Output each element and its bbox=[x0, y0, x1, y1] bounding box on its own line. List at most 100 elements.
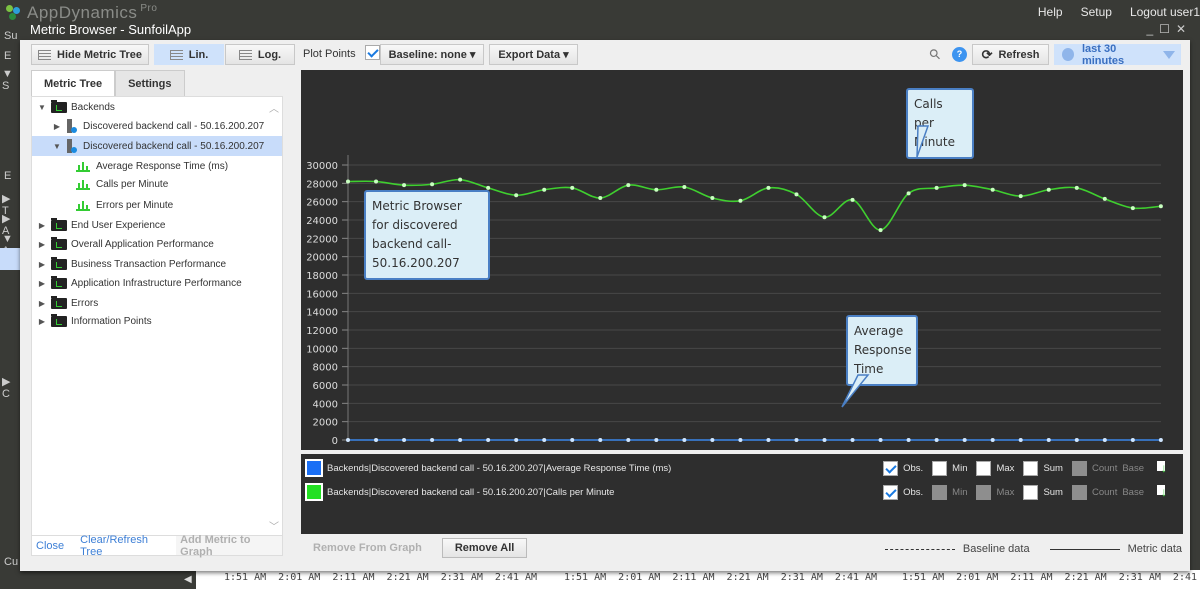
data-point bbox=[962, 438, 967, 442]
tree-item-label: Calls per Minute bbox=[96, 178, 169, 190]
tree-item[interactable]: ▼ Backends bbox=[32, 97, 282, 117]
bg-item: Su bbox=[4, 30, 18, 42]
tree-item[interactable]: ▶ Overall Application Performance bbox=[32, 234, 282, 254]
minimize-button[interactable]: _ bbox=[1146, 22, 1153, 36]
option-label: Sum bbox=[1043, 486, 1063, 498]
clock-icon bbox=[1062, 48, 1074, 61]
setup-link[interactable]: Setup bbox=[1081, 5, 1112, 19]
series-color-swatch[interactable] bbox=[305, 459, 323, 477]
tree-item-label: Discovered backend call - 50.16.200.207 bbox=[83, 120, 265, 132]
plot-points-checkbox[interactable] bbox=[364, 45, 380, 61]
tree-item[interactable]: ▶ Discovered backend call - 50.16.200.207 bbox=[32, 116, 282, 136]
y-tick-label: 16000 bbox=[306, 289, 338, 300]
log-scale-button[interactable]: Log. bbox=[225, 44, 295, 65]
option-label: Min bbox=[952, 486, 968, 498]
expand-down-icon[interactable]: ▼ bbox=[37, 103, 47, 112]
linear-icon bbox=[169, 49, 183, 60]
data-point bbox=[1158, 438, 1163, 442]
option-checkbox-sum[interactable] bbox=[1023, 484, 1039, 500]
close-window-button[interactable]: ✕ bbox=[1176, 22, 1186, 36]
remove-from-graph-button[interactable]: Remove From Graph bbox=[303, 542, 432, 554]
data-point bbox=[1074, 185, 1079, 190]
app-logo: AppDynamics Pro bbox=[6, 3, 157, 23]
option-checkbox-count[interactable] bbox=[1071, 460, 1087, 476]
expand-down-icon[interactable]: ▼ bbox=[52, 142, 62, 151]
data-point bbox=[794, 192, 799, 197]
data-point bbox=[486, 438, 491, 442]
expand-right-icon[interactable]: ▶ bbox=[37, 221, 47, 230]
option-checkbox-obs[interactable] bbox=[883, 484, 899, 500]
tree-item[interactable]: ▶ Business Transaction Performance bbox=[32, 254, 282, 274]
add-metric-to-graph-button[interactable]: Add Metric to Graph bbox=[176, 534, 282, 558]
data-point bbox=[1102, 438, 1107, 442]
data-point bbox=[990, 438, 995, 442]
data-point bbox=[906, 191, 911, 196]
bg-item: ▼ S bbox=[2, 68, 13, 92]
option-checkbox-sum[interactable] bbox=[1023, 460, 1039, 476]
left-panel-tabs: Metric Tree Settings bbox=[31, 70, 185, 96]
option-checkbox-count[interactable] bbox=[1071, 484, 1087, 500]
backend-icon bbox=[66, 139, 77, 153]
expand-right-icon[interactable]: ▶ bbox=[37, 240, 47, 249]
option-checkbox-min[interactable] bbox=[932, 460, 948, 476]
graph-footer-buttons: Remove From Graph Remove All bbox=[303, 538, 528, 558]
expand-right-icon[interactable]: ▶ bbox=[37, 317, 47, 326]
tree-item[interactable]: Calls per Minute bbox=[32, 174, 282, 194]
metric-bar-icon bbox=[76, 200, 90, 211]
option-checkbox-min[interactable] bbox=[932, 484, 948, 500]
scroll-left-icon[interactable]: ◀ bbox=[184, 574, 192, 585]
tab-settings[interactable]: Settings bbox=[115, 70, 185, 96]
tab-metric-tree[interactable]: Metric Tree bbox=[31, 70, 116, 96]
expand-right-icon[interactable]: ▶ bbox=[37, 260, 47, 269]
data-point bbox=[878, 228, 883, 233]
data-point bbox=[850, 438, 855, 442]
expand-right-icon[interactable]: ▶ bbox=[52, 122, 62, 131]
tree-item[interactable]: ▶ Application Infrastructure Performance bbox=[32, 273, 282, 293]
baseline-dropdown[interactable]: Baseline: none ▾ bbox=[380, 44, 484, 65]
time-range-dropdown[interactable]: last 30 minutes bbox=[1054, 43, 1181, 67]
option-checkbox-max[interactable] bbox=[976, 460, 992, 476]
maximize-button[interactable]: ☐ bbox=[1159, 22, 1170, 36]
option-checkbox-obs[interactable] bbox=[883, 460, 899, 476]
scroll-down-icon[interactable]: ﹀ bbox=[269, 518, 279, 533]
data-point bbox=[346, 438, 350, 442]
series-color-swatch[interactable] bbox=[305, 483, 323, 501]
data-point bbox=[906, 438, 911, 442]
series-name: Backends|Discovered backend call - 50.16… bbox=[327, 462, 672, 474]
tree-item-label: Information Points bbox=[71, 315, 152, 327]
tree-footer: Close Clear/Refresh Tree Add Metric to G… bbox=[31, 534, 283, 558]
download-icon[interactable] bbox=[1157, 461, 1169, 475]
option-label: Max bbox=[996, 486, 1015, 498]
tree-item[interactable]: ▶ End User Experience bbox=[32, 215, 282, 235]
link-icon[interactable]: ⚲ bbox=[925, 45, 944, 64]
data-point bbox=[682, 438, 687, 442]
export-data-dropdown[interactable]: Export Data ▾ bbox=[489, 44, 578, 65]
metric-bar-icon bbox=[76, 179, 90, 190]
data-point bbox=[1130, 206, 1135, 211]
logout-link[interactable]: Logout user1 bbox=[1130, 5, 1200, 19]
clear-refresh-tree-link[interactable]: Clear/Refresh Tree bbox=[76, 534, 170, 558]
remove-all-button[interactable]: Remove All bbox=[441, 538, 528, 558]
data-point bbox=[1046, 438, 1051, 442]
close-link[interactable]: Close bbox=[32, 540, 68, 552]
y-tick-label: 4000 bbox=[313, 399, 338, 410]
tree-item[interactable]: ▶ Errors bbox=[32, 293, 282, 313]
tree-item[interactable]: ▶ Information Points bbox=[32, 311, 282, 331]
help-link[interactable]: Help bbox=[1038, 5, 1063, 19]
logo-text: AppDynamics bbox=[27, 3, 138, 22]
expand-right-icon[interactable]: ▶ bbox=[37, 279, 47, 288]
hide-metric-tree-button[interactable]: Hide Metric Tree bbox=[31, 44, 149, 65]
tree-item[interactable]: Errors per Minute bbox=[32, 195, 282, 215]
tree-item[interactable]: ▼ Discovered backend call - 50.16.200.207 bbox=[32, 136, 282, 156]
option-checkbox-max[interactable] bbox=[976, 484, 992, 500]
refresh-button[interactable]: ⟳ Refresh bbox=[972, 44, 1049, 65]
help-icon[interactable]: ? bbox=[952, 47, 967, 62]
option-label: Base bbox=[1122, 486, 1144, 498]
download-icon[interactable] bbox=[1157, 485, 1169, 499]
tree-item[interactable]: Average Response Time (ms) bbox=[32, 156, 282, 176]
chevron-down-icon bbox=[1163, 50, 1175, 59]
linear-scale-button[interactable]: Lin. bbox=[154, 44, 224, 65]
expand-right-icon[interactable]: ▶ bbox=[37, 299, 47, 308]
app-header: AppDynamics Pro Help Setup Logout user1 … bbox=[0, 0, 1200, 40]
data-point bbox=[1102, 196, 1107, 201]
